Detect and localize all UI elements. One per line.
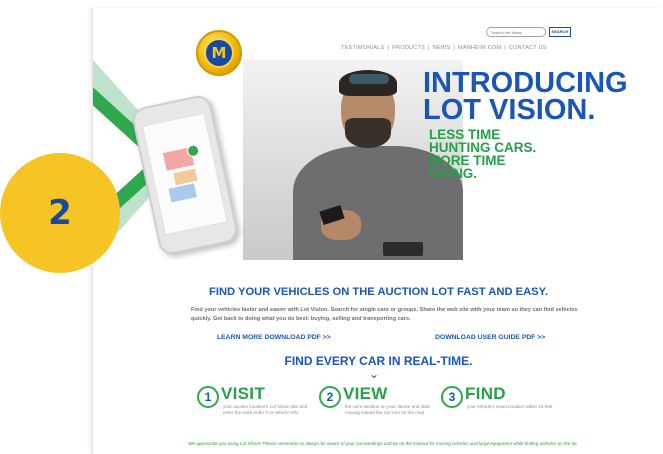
lot-map-screen xyxy=(141,112,228,236)
nav-separator: | xyxy=(504,45,506,51)
step-description: your vehicle's exact location within 10 … xyxy=(467,404,553,409)
sunglasses-icon xyxy=(349,74,389,84)
nav-separator: | xyxy=(387,45,390,51)
search-button[interactable]: SEARCH xyxy=(549,27,571,37)
user-guide-pdf-link[interactable]: DOWNLOAD USER GUIDE PDF >> xyxy=(435,334,545,341)
nav-item-manheim[interactable]: MANHEIM.COM xyxy=(458,45,501,51)
step-title: FIND xyxy=(465,384,506,403)
badge-number: 2 xyxy=(48,193,72,233)
step-description: the car's location on your device and st… xyxy=(345,404,430,415)
top-nav: TESTIMONIALS | PRODUCTS | NEWS | MANHEIM.COM | C… xyxy=(341,45,547,51)
lot-zone xyxy=(168,183,197,203)
main-title: FIND YOUR VEHICLES ON THE AUCTION LOT FA… xyxy=(209,286,548,298)
logo-emblem: M xyxy=(204,38,234,68)
nav-item-contact[interactable]: CONTACT US xyxy=(509,45,547,51)
hero-banner: INTRODUCING LOT VISION. LESS TIME HUNTIN… xyxy=(93,60,663,260)
hero-headline: INTRODUCING LOT VISION. xyxy=(423,67,628,126)
search-input[interactable]: Search the News xyxy=(486,27,546,37)
safety-note: We appreciate you using Lot Vision! Plea… xyxy=(188,441,578,446)
intro-paragraph: Find your vehicles faster and easier wit… xyxy=(191,307,578,322)
nav-separator: | xyxy=(428,45,430,51)
learn-more-pdf-link[interactable]: LEARN MORE DOWNLOAD PDF >> xyxy=(217,334,331,341)
manheim-logo[interactable]: M xyxy=(196,30,242,76)
logo-letter: M xyxy=(211,44,227,62)
section-title: FIND EVERY CAR IN REAL-TIME. xyxy=(284,354,473,368)
nav-item-testimonials[interactable]: TESTIMONIALS xyxy=(341,45,384,51)
step-title: VISIT xyxy=(221,384,266,403)
chevron-down-icon: ⌄ xyxy=(369,367,380,381)
license-plate xyxy=(383,242,423,256)
headline-line: LOT VISION. xyxy=(423,94,596,126)
step-title: VIEW xyxy=(343,384,388,403)
step-number: 3 xyxy=(441,386,463,408)
hero-person-beard xyxy=(345,118,391,148)
nav-item-news[interactable]: NEWS xyxy=(433,45,451,51)
nav-separator: | xyxy=(453,45,455,51)
site-header: Search the News SEARCH TESTIMONIALS | PROD… xyxy=(93,8,663,60)
hero-subheadline: LESS TIME HUNTING CARS. MORE TIME DOING. xyxy=(429,128,536,181)
subhead-line: DOING. xyxy=(429,166,478,181)
webpage-screenshot: Search the News SEARCH TESTIMONIALS | PROD… xyxy=(92,8,663,454)
step-number: 1 xyxy=(197,386,219,408)
headline-line: INTRODUCING xyxy=(423,67,628,99)
step-badge: 2 xyxy=(0,153,120,273)
main-content: FIND YOUR VEHICLES ON THE AUCTION LOT FA… xyxy=(93,260,663,454)
nav-item-products[interactable]: PRODUCTS xyxy=(392,45,425,51)
step-description: your auction location's Lot Vision site … xyxy=(223,404,308,415)
step-number: 2 xyxy=(319,386,341,408)
